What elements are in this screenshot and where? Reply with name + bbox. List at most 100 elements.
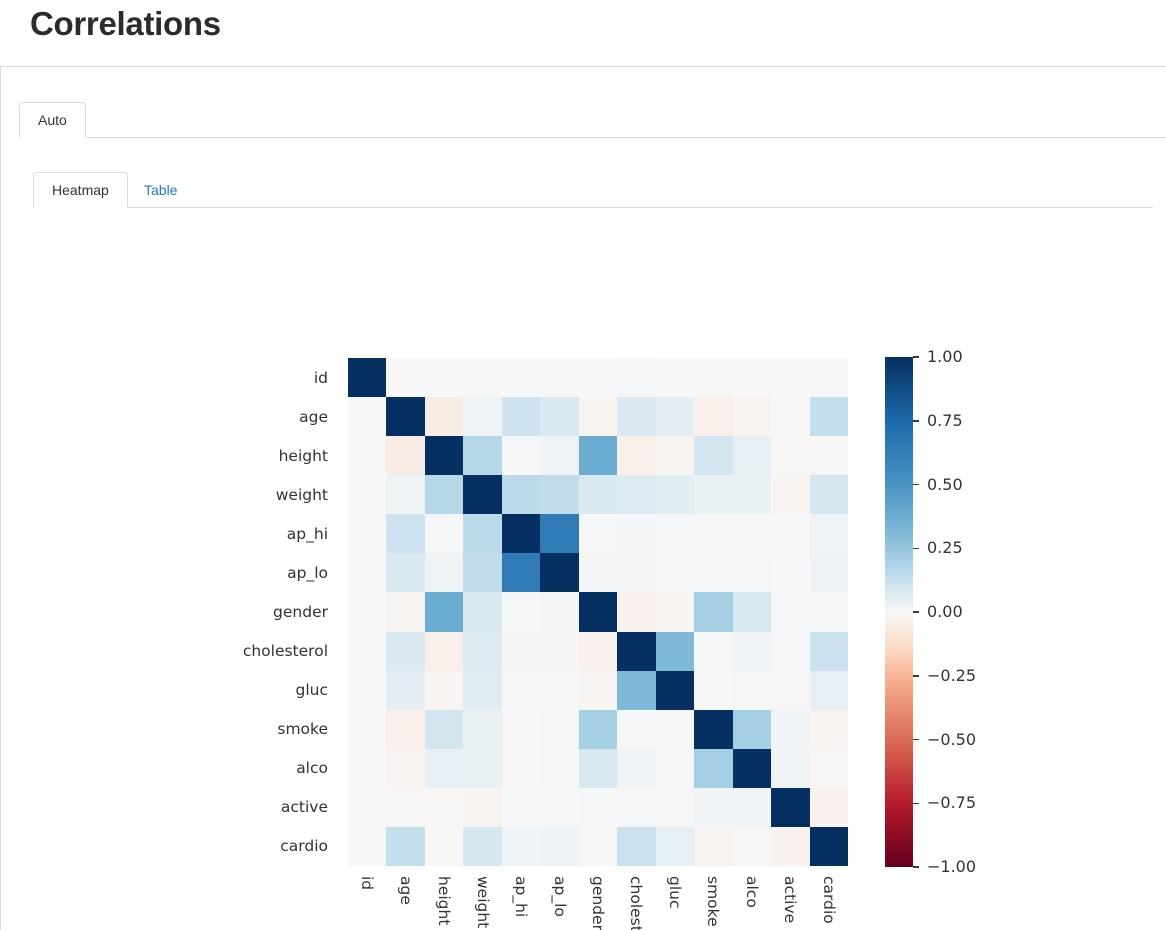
heatmap-cell xyxy=(578,358,618,398)
heatmap-cell xyxy=(578,475,618,515)
heatmap-cell xyxy=(386,670,425,710)
tab-auto[interactable]: Auto xyxy=(19,102,86,138)
heatmap-cell xyxy=(694,592,733,632)
heatmap-cell xyxy=(771,826,810,866)
heatmap-cell xyxy=(732,631,772,671)
colorbar-tick-mark xyxy=(913,675,919,677)
heatmap-cell xyxy=(348,709,387,749)
heatmap-column-label: age xyxy=(396,876,415,905)
heatmap-column-label-cell: cardio xyxy=(810,870,848,930)
heatmap-cell xyxy=(424,514,464,554)
heatmap-cell xyxy=(694,553,733,593)
heatmap-cell xyxy=(694,514,733,554)
heatmap-cell xyxy=(771,631,810,671)
heatmap-column-label: gluc xyxy=(665,876,684,909)
heatmap-row-label: ap_lo xyxy=(287,563,328,582)
heatmap-cell xyxy=(540,514,579,554)
heatmap-cell xyxy=(540,826,579,866)
heatmap-column-label: cholesterol xyxy=(627,876,646,930)
heatmap-cell xyxy=(617,787,656,827)
heatmap-cell xyxy=(463,397,502,437)
heatmap-cell xyxy=(501,670,541,710)
heatmap-column-label: ap_hi xyxy=(512,876,531,918)
heatmap-cell xyxy=(578,709,618,749)
heatmap-cell xyxy=(809,631,848,671)
heatmap-cell xyxy=(771,358,810,398)
heatmap-cell xyxy=(386,631,425,671)
heatmap-column-label-cell: weight xyxy=(463,870,501,930)
heatmap-cell xyxy=(424,397,464,437)
heatmap-colorbar: 1.00 0.75 0.50 0.25 0.00 −0.25 −0.50 −0.75 −1.00 xyxy=(885,349,1025,875)
heatmap-cell xyxy=(578,514,618,554)
colorbar-tick-mark xyxy=(913,611,919,613)
colorbar-tick-label: −0.50 xyxy=(927,729,977,749)
heatmap-cell xyxy=(424,826,464,866)
heatmap-cell xyxy=(463,514,502,554)
colorbar-tick-label: −1.00 xyxy=(927,857,977,876)
page-title: Correlations xyxy=(30,5,221,42)
heatmap-cell xyxy=(540,436,579,476)
heatmap-cell xyxy=(809,592,848,632)
heatmap-column-label: weight xyxy=(473,876,492,929)
tab-table[interactable]: Table xyxy=(125,172,196,208)
heatmap-row-label: gluc xyxy=(295,681,329,700)
heatmap-cell xyxy=(348,592,387,632)
heatmap-cell xyxy=(809,475,848,515)
heatmap-cell xyxy=(694,826,733,866)
heatmap-row-label: id xyxy=(313,368,328,387)
heatmap-cell xyxy=(463,631,502,671)
heatmap-cell xyxy=(501,475,541,515)
heatmap-cell xyxy=(578,436,618,476)
heatmap-cell xyxy=(617,748,656,788)
heatmap-cell xyxy=(771,670,810,710)
heatmap-column-label-cell: gluc xyxy=(656,870,694,930)
colorbar-tick-mark xyxy=(913,738,919,741)
heatmap-cell xyxy=(386,748,425,788)
colorbar-tick-label: 0.00 xyxy=(927,602,963,621)
heatmap-row-labels: id age height weight ap_hi ap_lo gender cholest… xyxy=(181,358,338,866)
heatmap-cell xyxy=(617,553,656,593)
heatmap-column-label: id xyxy=(358,876,377,891)
heatmap-cell xyxy=(655,358,695,398)
heatmap-cell xyxy=(617,592,656,632)
colorbar-tick-mark xyxy=(913,866,919,868)
heatmap-cell xyxy=(732,436,772,476)
heatmap-cell xyxy=(386,358,425,398)
heatmap-cell xyxy=(771,475,810,515)
heatmap-cell xyxy=(694,631,733,671)
tab-heatmap[interactable]: Heatmap xyxy=(33,172,128,208)
heatmap-column-label-cell: height xyxy=(425,870,463,930)
heatmap-cell xyxy=(732,553,772,593)
heatmap-cell xyxy=(501,553,541,593)
heatmap-column-label-cell: active xyxy=(771,870,809,930)
heatmap-cell xyxy=(694,709,733,749)
heatmap-cell xyxy=(732,709,772,749)
heatmap-cell xyxy=(578,670,618,710)
heatmap-cell xyxy=(809,670,848,710)
heatmap-cell xyxy=(424,553,464,593)
heatmap-row-label: cardio xyxy=(280,837,328,856)
colorbar-tick-label: 0.25 xyxy=(927,538,963,558)
heatmap-cell xyxy=(578,553,618,593)
heatmap-cell xyxy=(386,592,425,632)
primary-tab-strip: Auto xyxy=(19,102,1166,138)
heatmap-column-label: gender xyxy=(588,876,607,930)
heatmap-cell xyxy=(540,787,579,827)
heatmap-cell xyxy=(732,748,772,788)
heatmap-cell xyxy=(617,436,656,476)
heatmap-row-label: active xyxy=(280,798,328,817)
heatmap-column-label: active xyxy=(781,876,800,924)
heatmap-cell xyxy=(732,592,772,632)
heatmap-cell xyxy=(540,397,579,437)
heatmap-cell xyxy=(348,553,387,593)
heatmap-cell xyxy=(501,709,541,749)
heatmap-row-label: gender xyxy=(273,602,328,621)
heatmap-cell xyxy=(732,826,772,866)
heatmap-cell xyxy=(463,553,502,593)
heatmap-cell xyxy=(424,436,464,476)
heatmap-cell xyxy=(809,709,848,749)
heatmap-cell xyxy=(694,670,733,710)
heatmap-cell xyxy=(771,709,810,749)
heatmap-column-label: height xyxy=(435,876,454,926)
heatmap-column-label-cell: alco xyxy=(733,870,771,930)
